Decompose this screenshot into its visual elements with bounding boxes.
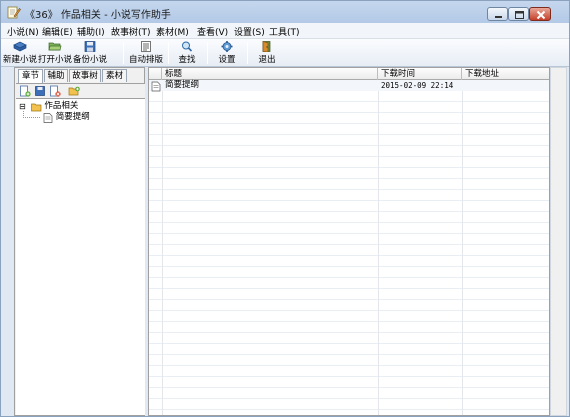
add-chapter-icon[interactable] <box>19 85 31 97</box>
tab-story-tree[interactable]: 故事树 <box>69 69 101 82</box>
auto-format-label: 自动排版 <box>128 55 163 65</box>
exit-label: 退出 <box>258 55 276 65</box>
auto-format-button[interactable]: 自动排版 <box>128 40 164 65</box>
backup-novel-label: 备份小说 <box>73 55 108 65</box>
new-book-icon <box>13 41 27 52</box>
row-title: 简要提纲 <box>165 80 200 90</box>
menu-story-tree[interactable]: 故事树(T) <box>111 25 151 38</box>
tab-material[interactable]: 素材 <box>102 69 127 82</box>
new-novel-label: 新建小说 <box>3 55 38 65</box>
menu-novel[interactable]: 小说(N) <box>7 25 39 38</box>
save-chapter-icon[interactable] <box>34 85 46 97</box>
minimize-button[interactable] <box>487 7 508 21</box>
menu-settings[interactable]: 设置(S) <box>234 25 265 38</box>
close-icon <box>536 10 546 20</box>
magnifier-icon <box>182 41 193 52</box>
list-body: 简要提纲 2015-02-09 22:14 <box>149 80 549 415</box>
main-window: 《36》 作品相关 - 小说写作助手 小说(N) 编辑(E) 辅助(I) 故事树… <box>0 0 570 417</box>
backup-novel-button[interactable]: 备份小说 <box>73 40 107 65</box>
column-divider <box>378 80 379 415</box>
settings-label: 设置 <box>218 55 236 65</box>
table-row[interactable]: 简要提纲 2015-02-09 22:14 <box>149 80 549 92</box>
header-download-url[interactable]: 下载地址 <box>462 68 549 80</box>
tree-connector <box>23 111 41 118</box>
tab-assist[interactable]: 辅助 <box>44 69 68 82</box>
open-novel-button[interactable]: 打开小说 <box>38 40 72 65</box>
left-panel: 章节 辅助 故事树 素材 ⊟ 作品相关 简要提纲 <box>14 67 145 416</box>
open-folder-icon <box>48 42 62 51</box>
toolbar-separator <box>123 42 124 64</box>
menu-edit[interactable]: 编辑(E) <box>42 25 73 38</box>
title-bar[interactable]: 《36》 作品相关 - 小说写作助手 <box>1 1 569 23</box>
menu-tools[interactable]: 工具(T) <box>269 25 300 38</box>
add-folder-icon[interactable] <box>68 85 80 97</box>
settings-button[interactable]: 设置 <box>213 40 241 65</box>
maximize-button[interactable] <box>508 7 529 21</box>
header-title[interactable]: 标题 <box>162 68 378 80</box>
download-list-panel: 标题 下载时间 下载地址 简要提纲 2015-02-09 22:14 <box>148 67 550 416</box>
document-icon <box>151 81 161 92</box>
menu-bar: 小说(N) 编辑(E) 辅助(I) 故事树(T) 素材(M) 查看(V) 设置(… <box>1 23 569 39</box>
toolbar-separator <box>168 42 169 64</box>
tree-child-item[interactable]: 简要提纲 <box>43 112 90 123</box>
left-panel-tabs: 章节 辅助 故事树 素材 <box>16 69 145 83</box>
tree-child-label: 简要提纲 <box>55 112 90 122</box>
chapter-toolbar <box>16 83 145 98</box>
column-divider <box>462 80 463 415</box>
chapter-tree: ⊟ 作品相关 简要提纲 <box>16 98 145 415</box>
vertical-scrollbar[interactable] <box>550 67 567 416</box>
toolbar-separator <box>247 42 248 64</box>
list-header: 标题 下载时间 下载地址 <box>149 68 549 80</box>
toolbar: 新建小说 打开小说 备份小说 自动排版 查找 设置 退出 <box>1 39 569 67</box>
format-page-icon <box>141 41 151 52</box>
open-novel-label: 打开小说 <box>38 55 73 65</box>
save-disk-icon <box>84 41 96 52</box>
menu-assist[interactable]: 辅助(I) <box>77 25 105 38</box>
notepad-pencil-icon <box>7 6 21 19</box>
tree-root-label: 作品相关 <box>44 101 79 111</box>
document-icon <box>43 113 53 123</box>
header-download-time[interactable]: 下载时间 <box>378 68 462 80</box>
new-novel-button[interactable]: 新建小说 <box>3 40 37 65</box>
close-button[interactable] <box>529 7 551 21</box>
toolbar-separator <box>207 42 208 64</box>
column-divider <box>162 80 163 415</box>
find-button[interactable]: 查找 <box>173 40 201 65</box>
tab-chapters[interactable]: 章节 <box>18 69 43 83</box>
header-icon-column <box>149 68 162 80</box>
find-label: 查找 <box>178 55 196 65</box>
delete-chapter-icon[interactable] <box>49 85 61 97</box>
exit-button[interactable]: 退出 <box>254 40 280 65</box>
menu-material[interactable]: 素材(M) <box>156 25 189 38</box>
menu-view[interactable]: 查看(V) <box>197 25 228 38</box>
maximize-icon <box>515 11 524 19</box>
window-title: 《36》 作品相关 - 小说写作助手 <box>25 10 171 21</box>
gear-icon <box>221 41 233 52</box>
minimize-icon <box>495 16 502 18</box>
exit-door-icon <box>262 41 271 52</box>
row-download-time: 2015-02-09 22:14 <box>381 81 454 90</box>
